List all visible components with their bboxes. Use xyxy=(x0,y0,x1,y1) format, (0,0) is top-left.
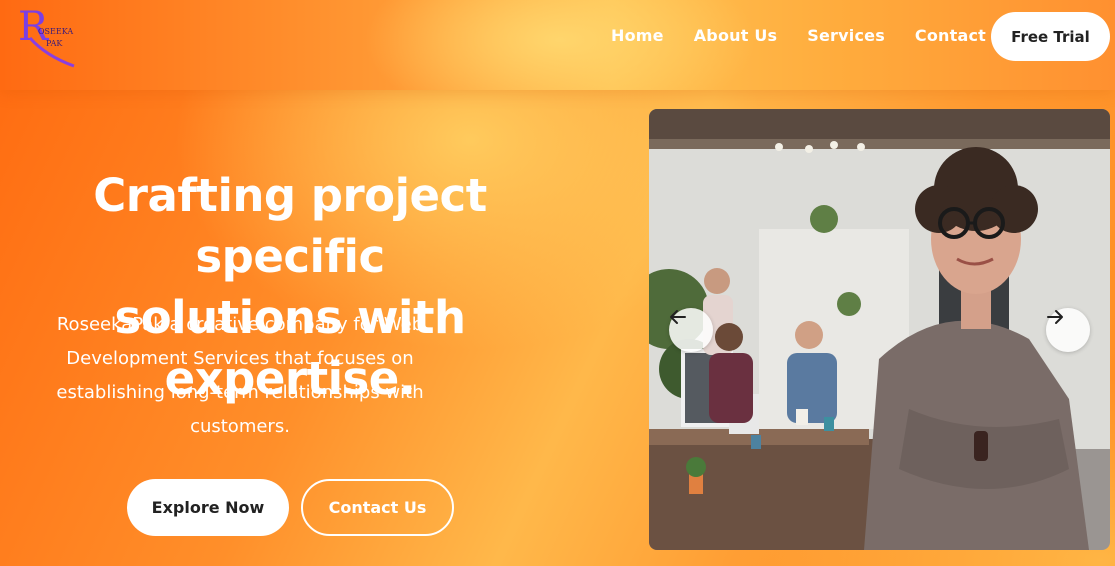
main-nav: Home About Us Services Contact xyxy=(611,26,1016,45)
carousel-next-button[interactable] xyxy=(1046,308,1090,352)
logo-mark-icon: R OSEEKA PAK xyxy=(18,4,75,68)
hero-description: RoseekaPak a creative company for Web De… xyxy=(56,314,424,437)
explore-now-button[interactable]: Explore Now xyxy=(127,479,289,536)
hero-photo xyxy=(649,109,1110,550)
nav-services-link[interactable]: Services xyxy=(807,26,885,45)
logo-text-line1: OSEEKA xyxy=(38,27,73,36)
nav-home-link[interactable]: Home xyxy=(611,26,664,45)
free-trial-button[interactable]: Free Trial xyxy=(991,12,1110,61)
hero-image-carousel[interactable] xyxy=(649,109,1110,550)
nav-about-link[interactable]: About Us xyxy=(694,26,778,45)
carousel-prev-button[interactable] xyxy=(669,308,713,352)
brand-logo[interactable]: R OSEEKA PAK xyxy=(16,4,86,70)
hero-title-line1: Crafting project specific xyxy=(93,169,487,283)
nav-contact-link[interactable]: Contact xyxy=(915,26,986,45)
site-header: R OSEEKA PAK Home About Us Services Cont… xyxy=(0,0,1115,90)
contact-us-button[interactable]: Contact Us xyxy=(301,479,454,536)
arrow-left-icon xyxy=(670,310,686,324)
arrow-right-icon xyxy=(1047,310,1063,324)
logo-text-line2: PAK xyxy=(46,39,63,48)
